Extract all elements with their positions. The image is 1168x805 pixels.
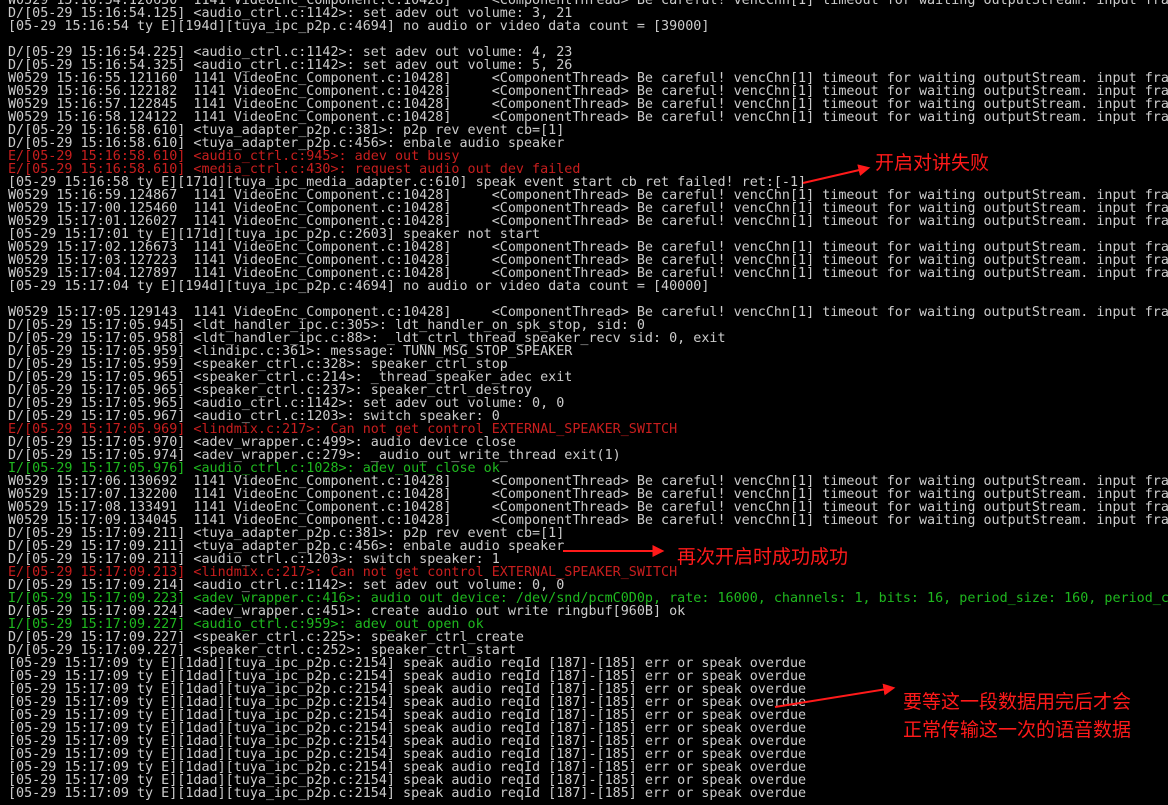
log-line: [05-29 15:17:04 ty E][194d][tuya_ipc_p2p… (8, 279, 710, 294)
annotation-wait-note-line1: 要等这一段数据用完后才会 (903, 691, 1132, 713)
log-line: [05-29 15:17:09 ty E][1dad][tuya_ipc_p2p… (8, 786, 807, 801)
log-output: W0529 15:16:54.120630 1141 VideoEnc_Comp… (8, 0, 1168, 800)
annotation-reopen-success: 再次开启时成功成功 (677, 546, 849, 568)
annotation-wait-note-line2: 正常传输这一次的语音数据 (903, 719, 1132, 741)
annotation-talk-failed: 开启对讲失败 (875, 152, 990, 174)
terminal-window[interactable]: W0529 15:16:54.120630 1141 VideoEnc_Comp… (0, 0, 1168, 805)
log-line: [05-29 15:16:54 ty E][194d][tuya_ipc_p2p… (8, 19, 710, 34)
